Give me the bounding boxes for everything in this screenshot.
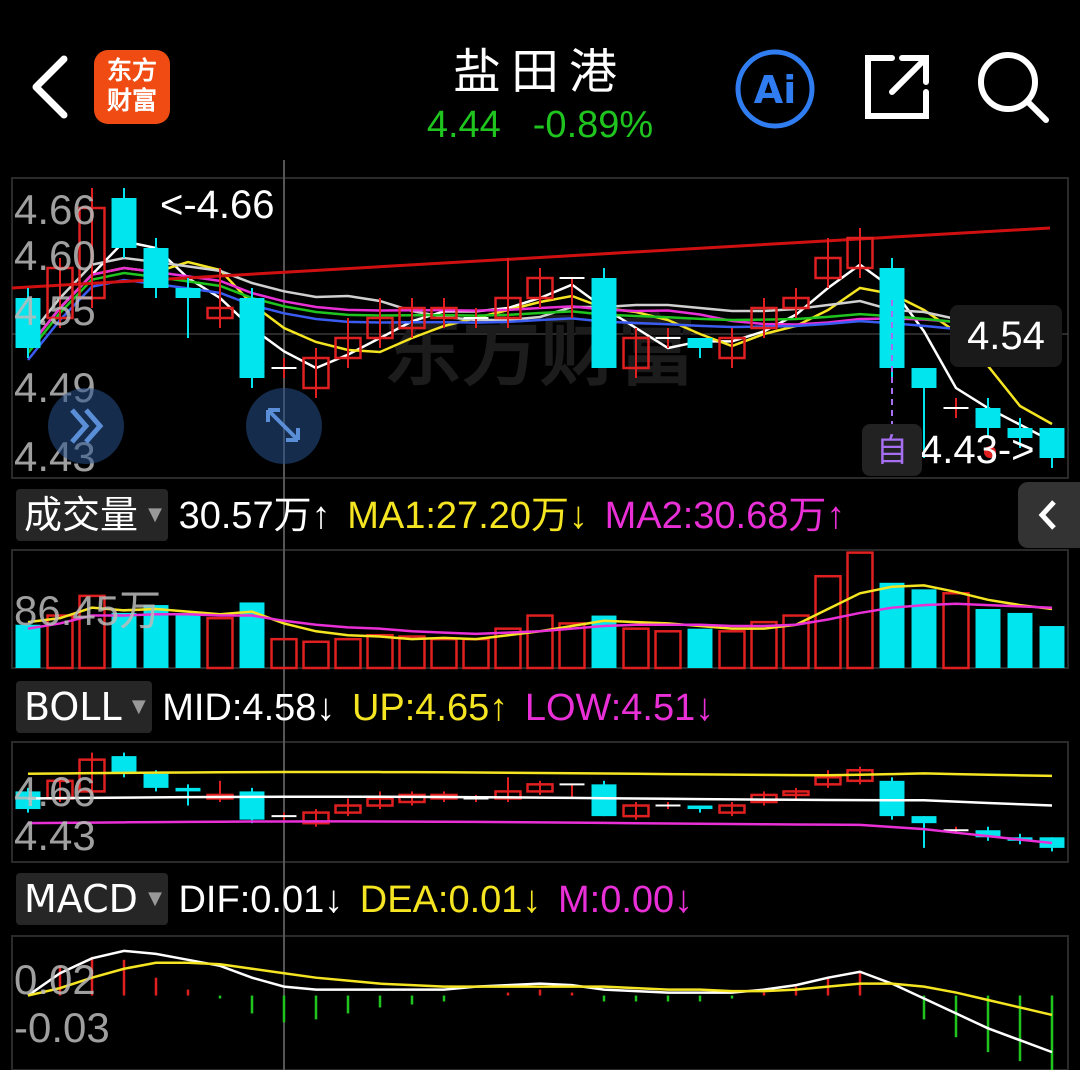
logo-text-line2: 财富: [106, 86, 157, 115]
search-icon[interactable]: [976, 50, 1050, 129]
kline-chart-area[interactable]: 东方财富: [0, 160, 1080, 1070]
logo-text-line1: 东方: [106, 56, 157, 85]
quote-line: 4.44 -0.89%: [340, 104, 740, 147]
price-change-percent: -0.89%: [532, 104, 654, 146]
dropdown-arrow-icon: ▼: [148, 888, 162, 909]
share-icon[interactable]: [862, 52, 932, 127]
volume-selector[interactable]: 成交量 ▼: [16, 489, 169, 541]
last-price: 4.44: [426, 104, 501, 146]
boll-candle-body: [591, 784, 617, 817]
volume-axis-label: 86.45万: [14, 587, 162, 634]
volume-bar: [654, 630, 682, 670]
volume-bar: [687, 628, 713, 668]
volume-bar: [718, 630, 746, 670]
back-arrow-icon[interactable]: [28, 55, 70, 124]
macd-selector[interactable]: MACD ▼: [16, 873, 168, 925]
volume-bar: [366, 633, 394, 670]
boll-candle-body: [175, 787, 201, 792]
volume-bar: [334, 637, 362, 670]
boll-candle-body: [687, 805, 713, 810]
candle-body: [111, 198, 137, 248]
boll-axis-label-top: 4.66: [14, 768, 96, 815]
macd-axis-label-bottom: -0.03: [14, 1004, 110, 1051]
boll-low-line: [27, 820, 1053, 845]
volume-bar: [526, 614, 554, 670]
volume-ma2: MA2:30.68万↑: [604, 495, 846, 537]
candle-body: [879, 268, 905, 368]
boll-indicator-row: BOLL ▼ MID:4.58↓ UP:4.65↑ LOW:4.51↓: [16, 681, 714, 733]
boll-mid: MID:4.58↓: [162, 687, 336, 729]
volume-bar: [975, 609, 1001, 668]
volume-bar: [622, 627, 650, 670]
macd-dif: DIF:0.01↓: [178, 879, 344, 921]
kline-axis-label-2: 4.60: [14, 232, 96, 279]
macd-selector-label: MACD: [24, 877, 138, 921]
self-select-button[interactable]: 自: [862, 424, 922, 476]
boll-candle-body: [111, 756, 137, 774]
stock-name: 盐田港: [452, 44, 627, 100]
double-chevron-right-icon: [70, 408, 104, 444]
candle-body: [911, 368, 937, 388]
volume-bar: [1039, 626, 1065, 668]
dropdown-arrow-icon: ▼: [148, 504, 163, 525]
boll-candle-body: [911, 816, 937, 824]
macd-m: M:0.00↓: [558, 879, 694, 921]
volume-bar: [911, 589, 937, 668]
fullscreen-button[interactable]: [246, 388, 322, 464]
volume-indicator-row: 成交量 ▼ 30.57万↑ MA1:27.20万↓ MA2:30.68万↑: [16, 489, 845, 541]
top-bar: 东方 财富 盐田港 4.44 -0.89% Ai: [0, 0, 1080, 160]
kline-axis-label-top: 4.66: [14, 186, 96, 233]
volume-bar: [398, 635, 426, 670]
panel-frame: [11, 741, 1069, 863]
candle-body: [175, 288, 201, 298]
boll-up: UP:4.65↑: [351, 687, 509, 729]
volume-ma1: MA1:27.20万↓: [347, 495, 589, 537]
chart-canvas[interactable]: 东方财富: [0, 160, 1080, 1070]
expand-left-button[interactable]: [48, 388, 124, 464]
candle-body: [1039, 428, 1065, 458]
dropdown-arrow-icon: ▼: [131, 696, 146, 717]
boll-low: LOW:4.51↓: [524, 687, 715, 729]
macd-dea: DEA:0.01↓: [359, 879, 542, 921]
ai-assistant-icon[interactable]: Ai: [734, 48, 816, 135]
boll-selector[interactable]: BOLL ▼: [16, 681, 152, 733]
volume-bar: [430, 637, 458, 670]
volume-bar: [462, 637, 490, 670]
candle-body: [687, 338, 713, 348]
svg-text:Ai: Ai: [754, 68, 796, 112]
eastmoney-logo[interactable]: 东方 财富: [94, 50, 170, 124]
macd-axis-label-top: 0.02: [14, 956, 96, 1003]
boll-candle-body: [879, 780, 905, 817]
expand-arrows-icon: [266, 408, 300, 442]
volume-bar: [879, 582, 905, 668]
macd-dea-line: [27, 961, 1053, 1017]
last-price-tag: 4.54: [950, 305, 1062, 367]
volume-bar: [302, 640, 330, 670]
volume-bar: [175, 612, 201, 668]
chevron-left-icon: [1038, 500, 1056, 530]
boll-up-line: [27, 770, 1053, 778]
candle-body: [239, 298, 265, 378]
boll-axis-label-bottom: 4.43: [14, 812, 96, 859]
candle-body: [143, 248, 169, 288]
volume-current: 30.57万↑: [178, 495, 331, 537]
collapse-panel-button[interactable]: [1018, 482, 1080, 548]
low-price-marker: 4.43->: [920, 428, 1035, 472]
macd-dif-line: [27, 949, 1053, 1054]
candle-body: [591, 278, 617, 368]
boll-candle-body: [143, 773, 169, 788]
volume-bar: [206, 616, 234, 670]
kline-axis-label-3: 4.55: [14, 287, 96, 334]
high-price-marker: <-4.66: [160, 183, 275, 227]
macd-indicator-row: MACD ▼ DIF:0.01↓ DEA:0.01↓ M:0.00↓: [16, 873, 693, 925]
candle-body: [975, 408, 1001, 428]
boll-selector-label: BOLL: [24, 685, 122, 729]
volume-selector-label: 成交量: [24, 493, 139, 537]
volume-bar: [1007, 612, 1033, 668]
